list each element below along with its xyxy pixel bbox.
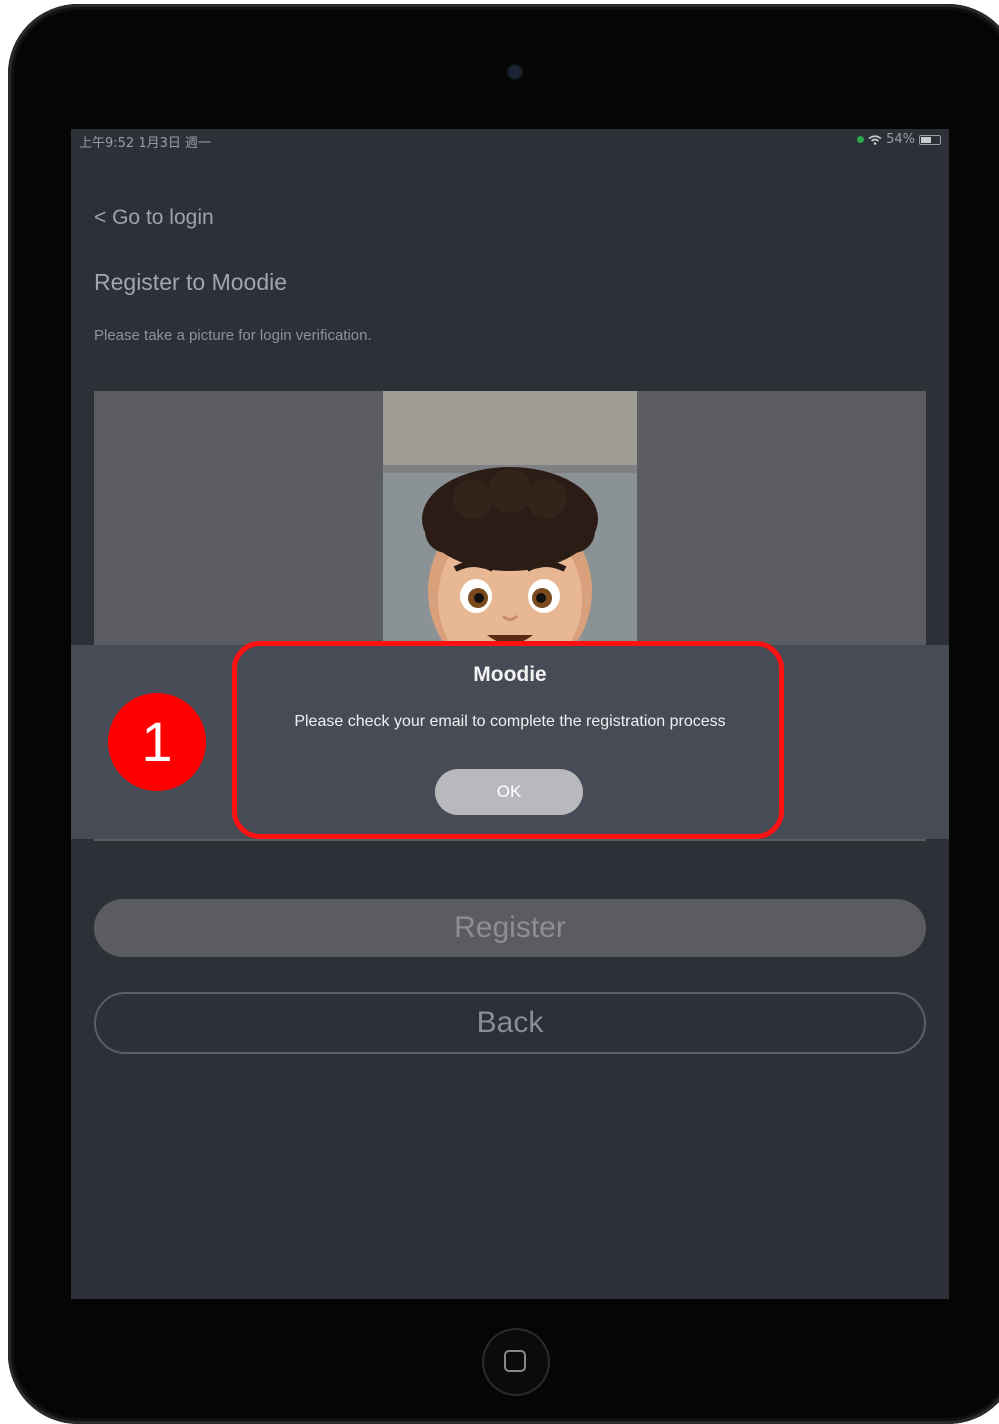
status-bar: 上午9:52 1月3日 週一 54% [71, 129, 949, 151]
status-time-date: 上午9:52 1月3日 週一 [79, 136, 211, 151]
activity-dot-icon [857, 136, 865, 143]
page-title: Register to Moodie [94, 269, 288, 295]
battery-percent: 54% [886, 132, 915, 147]
back-button[interactable]: Back [94, 992, 926, 1054]
home-button[interactable] [482, 1328, 550, 1396]
highlight-box [232, 641, 784, 839]
battery-icon [919, 134, 941, 145]
page-subtitle: Please take a picture for login verifica… [94, 327, 372, 344]
front-camera [508, 65, 522, 79]
battery-fill [921, 136, 931, 143]
captured-photo [383, 391, 637, 649]
memoji-face-icon [422, 467, 598, 649]
step-number-badge: 1 [108, 693, 206, 791]
home-square-icon [504, 1350, 526, 1372]
status-indicators: 54% [857, 132, 941, 147]
wifi-icon [868, 134, 882, 145]
go-to-login-link[interactable]: < Go to login [94, 206, 214, 230]
register-button[interactable]: Register [94, 899, 926, 957]
